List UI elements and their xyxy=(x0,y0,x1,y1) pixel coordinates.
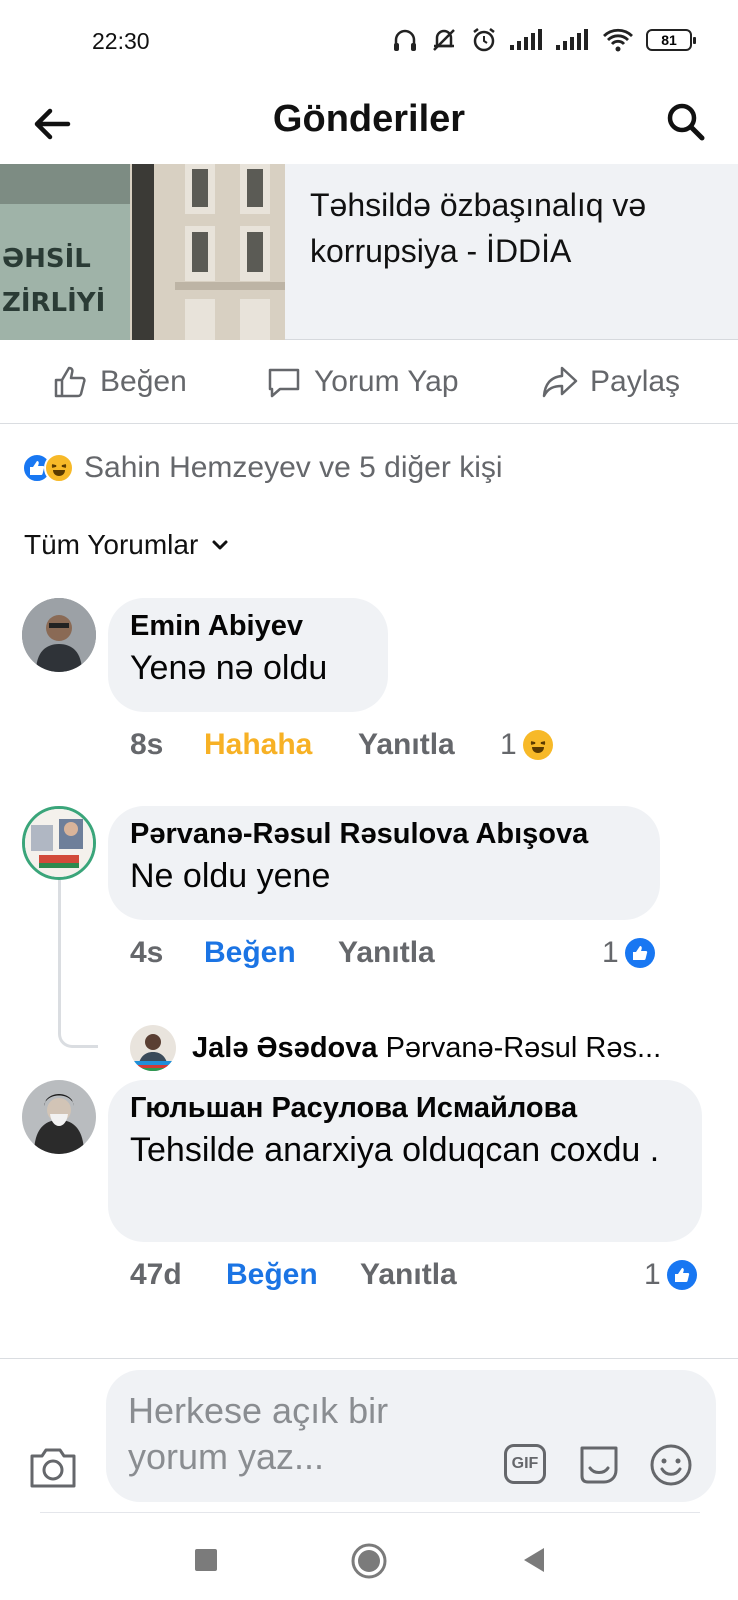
system-nav-bar xyxy=(0,1516,738,1600)
thumb-caption-2: ZİRLİYİ xyxy=(2,288,106,318)
camera-icon[interactable] xyxy=(28,1444,78,1490)
avatar xyxy=(130,1025,176,1071)
comments-filter-dropdown[interactable]: Tüm Yorumlar xyxy=(24,526,230,564)
share-button[interactable]: Paylaş xyxy=(542,362,680,402)
wifi-icon xyxy=(603,28,633,52)
avatar[interactable] xyxy=(22,806,96,880)
status-bar: 22:30 81 xyxy=(0,0,738,84)
signal-icon xyxy=(510,29,542,50)
comment-bubble: Emin Abiyev Yenə nə oldu xyxy=(108,598,388,712)
comment-icon xyxy=(268,368,300,398)
composer-divider xyxy=(0,1358,738,1359)
page-title: Gönderiler xyxy=(272,98,466,140)
reply-link[interactable]: Yanıtla xyxy=(358,728,455,762)
comment-meta: 4s Beğen Yanıtla xyxy=(130,936,570,976)
comment-input[interactable]: Herkese açık bir yorum yaz... xyxy=(128,1388,448,1480)
share-label: Paylaş xyxy=(590,365,681,398)
mute-bell-icon xyxy=(433,29,455,51)
reply-preview-text: Jalə Əsədova Pərvanə-Rəsul Rəs... xyxy=(192,1032,661,1065)
app-header: Gönderiler xyxy=(0,84,738,164)
back-button-icon[interactable] xyxy=(516,1542,552,1578)
like-icon xyxy=(666,1260,697,1290)
reaction-count-value: 1 xyxy=(500,728,517,761)
search-icon[interactable] xyxy=(664,100,708,144)
reply-preview[interactable]: Jalə Əsədova Pərvanə-Rəsul Rəs... xyxy=(130,1024,730,1072)
comment-author[interactable]: Emin Abiyev xyxy=(130,610,366,643)
thread-connector xyxy=(58,880,98,1048)
reaction-count[interactable]: 1 xyxy=(602,936,655,970)
battery-level: 81 xyxy=(661,32,677,48)
reactions-text: Sahin Hemzeyev ve 5 diğer kişi xyxy=(84,451,503,484)
reply-author: Jalə Əsədova xyxy=(192,1031,378,1064)
recents-button-icon[interactable] xyxy=(188,1542,224,1578)
avatar[interactable] xyxy=(22,598,96,672)
comment-text: Ne oldu yene xyxy=(130,857,331,895)
post-actions: Beğen Yorum Yap Paylaş xyxy=(0,342,738,424)
alarm-icon xyxy=(473,28,495,52)
comment-author[interactable]: Pərvanə-Rəsul Rəsulova Abışova xyxy=(130,818,638,851)
reply-link[interactable]: Yanıtla xyxy=(338,936,435,970)
sticker-icon[interactable] xyxy=(576,1442,622,1488)
status-time: 22:30 xyxy=(92,28,150,54)
comment-bubble: Pərvanə-Rəsul Rəsulova Abışova Ne oldu y… xyxy=(108,806,660,920)
thumb-caption-1: ƏHSİL xyxy=(2,244,91,274)
reactions-summary[interactable]: Sahin Hemzeyev ve 5 diğer kişi xyxy=(22,446,503,490)
gif-button[interactable]: GIF xyxy=(504,1444,546,1484)
like-link[interactable]: Beğen xyxy=(204,936,296,970)
share-arrow-icon xyxy=(542,366,578,398)
link-preview[interactable]: ƏHSİL ZİRLİYİ Təhsildə özbaşınalıq və ko… xyxy=(0,164,738,340)
headphones-icon xyxy=(394,29,416,51)
reaction-count-value: 1 xyxy=(602,936,619,969)
reply-snippet: Pərvanə-Rəsul Rəs... xyxy=(385,1031,662,1064)
comment-meta: 47d Beğen Yanıtla xyxy=(130,1258,570,1298)
like-icon xyxy=(624,938,655,968)
reaction-count-value: 1 xyxy=(644,1258,661,1291)
chevron-down-icon xyxy=(212,540,228,550)
comment-text: Yenə nə oldu xyxy=(130,649,328,687)
comment-text: Tehsilde anarxiya olduqcan coxdu . xyxy=(130,1131,660,1169)
like-button[interactable]: Beğen xyxy=(52,362,187,402)
like-label: Beğen xyxy=(100,365,187,398)
comment-time: 4s xyxy=(130,936,164,969)
reaction-count[interactable]: 1 xyxy=(500,728,553,762)
comment-bubble: Гюльшан Расулова Исмайлова Tehsilde anar… xyxy=(108,1080,702,1242)
comment-author[interactable]: Гюльшан Расулова Исмайлова xyxy=(130,1092,680,1125)
reply-link[interactable]: Yanıtla xyxy=(360,1258,457,1292)
comment-label: Yorum Yap xyxy=(314,365,459,398)
avatar[interactable] xyxy=(22,1080,96,1154)
haha-reaction-icon xyxy=(44,453,74,483)
comment-time: 47d xyxy=(130,1258,182,1291)
preview-thumbnail: ƏHSİL ZİRLİYİ xyxy=(0,164,285,340)
battery-icon: 81 xyxy=(646,29,696,51)
preview-headline: Təhsildə özbaşınalıq və korrupsiya - İDD… xyxy=(310,187,647,269)
nav-divider xyxy=(40,1512,700,1513)
like-link[interactable]: Beğen xyxy=(226,1258,318,1292)
emoji-icon[interactable] xyxy=(648,1442,694,1488)
reaction-count[interactable]: 1 xyxy=(644,1258,697,1292)
comment-time: 8s xyxy=(130,728,164,761)
thumbs-up-icon xyxy=(54,366,86,398)
reaction-link[interactable]: Hahaha xyxy=(204,728,312,762)
status-icons: 81 xyxy=(392,26,696,54)
comments-filter-label: Tüm Yorumlar xyxy=(24,529,199,560)
signal-icon-2 xyxy=(556,29,588,50)
comment-button[interactable]: Yorum Yap xyxy=(266,362,459,402)
comment-composer[interactable]: Herkese açık bir yorum yaz... GIF xyxy=(106,1370,716,1502)
haha-icon xyxy=(522,730,553,760)
home-button-icon[interactable] xyxy=(350,1542,388,1580)
